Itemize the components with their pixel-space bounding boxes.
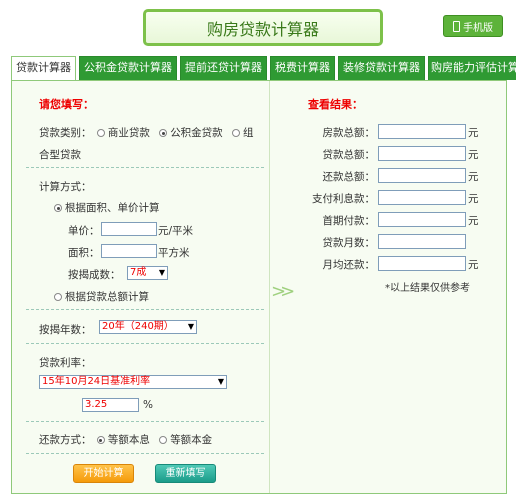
start-calculation-button[interactable]: 开始计算 (73, 464, 134, 483)
rate-select[interactable]: 15年10月24日基准利率 ▼ (39, 375, 227, 389)
repay-method-row: 还款方式： 等额本息 等额本金 (39, 432, 212, 447)
reset-form-button[interactable]: 重新填写 (155, 464, 216, 483)
repay-method-label: 还款方式： (39, 434, 92, 446)
rate-input[interactable]: 3.25 (82, 398, 139, 412)
dropdown-arrow-icon: ▼ (187, 322, 194, 331)
result-label: 房款总额： (322, 127, 376, 139)
loan-type-label: 贷款类别： (39, 127, 92, 139)
loan-type-commercial: 商业贷款 (107, 127, 150, 139)
result-loan-total-field[interactable] (378, 146, 466, 161)
result-row-house-total: 房款总额： 元 (290, 124, 507, 146)
divider (26, 309, 264, 310)
loan-type-provident: 公积金贷款 (170, 127, 223, 139)
radio-equal-interest[interactable] (96, 436, 105, 444)
method-area-label: 根据面积、单价计算 (65, 202, 160, 214)
radio-commercial-loan[interactable] (96, 129, 105, 137)
page-title: 购房贷款计算器 (143, 9, 383, 46)
double-chevron-right-icon: >> (271, 281, 295, 302)
tab-renovation-loan[interactable]: 装修贷款计算器 (338, 56, 425, 80)
area-label: 面积： (68, 247, 100, 259)
rate-unit: % (143, 399, 153, 411)
result-unit: 元 (468, 127, 479, 139)
form-heading: 请您填写： (39, 98, 94, 111)
tab-loan-calculator[interactable]: 贷款计算器 (11, 56, 76, 81)
result-row-loan-months: 贷款月数： (290, 234, 507, 256)
dropdown-arrow-icon: ▼ (158, 268, 165, 277)
tab-provident-fund[interactable]: 公积金贷款计算器 (79, 56, 177, 80)
result-label: 支付利息款： (312, 193, 375, 205)
result-row-down-payment: 首期付款： 元 (290, 212, 507, 234)
phone-icon (453, 20, 460, 32)
result-unit: 元 (468, 259, 479, 271)
divider (26, 453, 264, 454)
result-unit: 元 (468, 149, 479, 161)
years-value: 20年（240期） (102, 321, 174, 332)
rate-label: 贷款利率： (39, 357, 92, 369)
result-repay-total-field[interactable] (378, 168, 466, 183)
loan-type-row: 贷款类别： 商业贷款 公积金贷款 组 (39, 125, 254, 140)
tab-affordability[interactable]: 购房能力评估计算 (428, 56, 516, 80)
result-label: 首期付款： (322, 215, 376, 227)
calculator-tabs: 贷款计算器 公积金贷款计算器 提前还贷计算器 税费计算器 装修贷款计算器 购房能… (11, 56, 516, 81)
unit-price-unit: 元/平米 (158, 225, 194, 237)
loan-type-combined-part1: 组 (243, 127, 254, 139)
method-area-row: 根据面积、单价计算 (52, 200, 160, 215)
mobile-version-label: 手机版 (463, 22, 493, 34)
result-row-loan-total: 贷款总额： 元 (290, 146, 507, 168)
radio-combined-loan[interactable] (232, 129, 241, 137)
results-disclaimer: *以上结果仅供参考 (385, 283, 470, 294)
result-house-total-field[interactable] (378, 124, 466, 139)
area-unit: 平方米 (158, 247, 190, 259)
divider (26, 343, 264, 344)
result-unit: 元 (468, 193, 479, 205)
result-label: 还款总额： (322, 171, 376, 183)
mobile-version-button[interactable]: 手机版 (443, 15, 503, 37)
result-row-monthly-payment: 月均还款： 元 (290, 256, 507, 278)
method-total-label: 根据贷款总额计算 (65, 291, 149, 303)
tab-content-panel: 请您填写： 贷款类别： 商业贷款 公积金贷款 组 合型贷款 计算方式： 根据面积… (11, 80, 507, 494)
input-form-panel: 请您填写： 贷款类别： 商业贷款 公积金贷款 组 合型贷款 计算方式： 根据面积… (12, 81, 270, 493)
result-row-interest: 支付利息款： 元 (290, 190, 507, 212)
repay-equal-principal: 等额本金 (170, 434, 213, 446)
dropdown-arrow-icon: ▼ (217, 377, 224, 386)
result-label: 月均还款： (322, 259, 376, 271)
method-total-row: 根据贷款总额计算 (52, 289, 149, 304)
result-down-payment-field[interactable] (378, 212, 466, 227)
results-heading: 查看结果： (308, 98, 363, 111)
divider (26, 421, 264, 422)
result-monthly-payment-field[interactable] (378, 256, 466, 271)
area-input[interactable] (101, 244, 157, 258)
years-select[interactable]: 20年（240期） ▼ (99, 320, 197, 334)
tab-tax[interactable]: 税费计算器 (270, 56, 335, 80)
result-loan-months-field[interactable] (378, 234, 466, 249)
divider (26, 167, 264, 168)
radio-method-area[interactable] (54, 204, 62, 212)
result-unit: 元 (468, 215, 479, 227)
mortgage-ratio-value: 7成 (130, 267, 147, 278)
result-row-repay-total: 还款总额： 元 (290, 168, 507, 190)
results-panel: 查看结果： 房款总额： 元 贷款总额： 元 还款总额： 元 支付利息款： 元 首… (290, 81, 507, 493)
rate-option-value: 15年10月24日基准利率 (42, 376, 151, 387)
unit-price-label: 单价： (68, 225, 100, 237)
calc-method-label: 计算方式： (39, 181, 92, 193)
result-interest-field[interactable] (378, 190, 466, 205)
result-unit: 元 (468, 171, 479, 183)
loan-type-combined-part2: 合型贷款 (39, 149, 81, 161)
repay-equal-interest: 等额本息 (107, 434, 150, 446)
tab-prepayment[interactable]: 提前还贷计算器 (180, 56, 267, 80)
radio-provident-fund-loan[interactable] (159, 129, 168, 137)
mortgage-ratio-label: 按揭成数： (68, 269, 121, 281)
result-label: 贷款月数： (322, 237, 376, 249)
result-label: 贷款总额： (322, 149, 376, 161)
mortgage-ratio-select[interactable]: 7成 ▼ (127, 266, 168, 280)
radio-equal-principal[interactable] (159, 436, 168, 444)
unit-price-input[interactable] (101, 222, 157, 236)
radio-method-total[interactable] (54, 293, 62, 301)
years-label: 按揭年数： (39, 324, 92, 336)
